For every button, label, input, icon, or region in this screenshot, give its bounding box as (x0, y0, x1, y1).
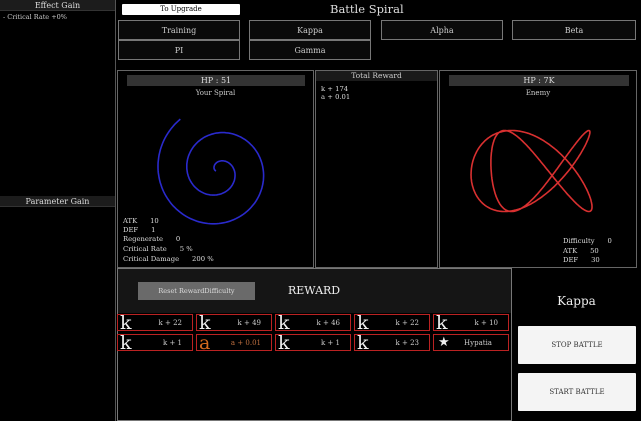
reward-card-label: a + 0.01 (230, 339, 261, 347)
page-title: Battle Spiral (330, 2, 404, 16)
reward-card-label: k + 1 (320, 339, 340, 347)
to-upgrade-button[interactable]: To Upgrade (122, 4, 240, 15)
reward-card-label: k + 46 (316, 319, 340, 327)
reward-card[interactable]: k k + 1 (275, 332, 351, 354)
a-icon: a (199, 332, 211, 354)
stop-battle-button[interactable]: STOP BATTLE (518, 326, 636, 364)
tab-beta[interactable]: Beta (512, 20, 636, 40)
effect-gain-line: - Critical Rate +0% (3, 13, 67, 21)
k-icon: k (278, 312, 290, 334)
player-stat-atk: ATK 10 (123, 217, 159, 225)
k-icon: k (357, 332, 369, 354)
k-icon: k (357, 312, 369, 334)
reward-card[interactable]: ★ Hypatia (433, 334, 509, 351)
total-reward-line: a + 0.01 (321, 93, 351, 101)
k-icon: k (278, 332, 290, 354)
reward-card-label: k + 23 (395, 339, 419, 347)
enemy-panel: HP : 7K Enemy Difficulty 0 ATK 50 DEF 30 (439, 70, 637, 268)
parameter-gain-title: Parameter Gain (0, 196, 115, 207)
reward-heading: REWARD (288, 284, 341, 297)
reward-card-label: k + 22 (395, 319, 419, 327)
player-stat-critical-damage: Critical Damage 200 % (123, 255, 214, 263)
effect-gain-title: Effect Gain (0, 0, 115, 11)
player-panel: HP : 51 Your Spiral ATK 10 DEF 1 Regener… (117, 70, 314, 268)
reward-card[interactable]: k k + 49 (196, 312, 272, 334)
current-opponent-label: Kappa (557, 294, 596, 308)
enemy-stat-difficulty: Difficulty 0 (563, 237, 612, 245)
k-icon: k (199, 312, 211, 334)
k-icon: k (436, 312, 448, 334)
start-battle-button[interactable]: START BATTLE (518, 373, 636, 411)
reward-card[interactable]: k k + 46 (275, 312, 351, 334)
tab-gamma[interactable]: Gamma (249, 40, 371, 60)
reward-card[interactable]: k k + 1 (117, 332, 193, 354)
tab-pi[interactable]: PI (118, 40, 240, 60)
tab-alpha[interactable]: Alpha (381, 20, 503, 40)
tab-training[interactable]: Training (118, 20, 240, 40)
reward-card-label: Hypatia (464, 339, 492, 347)
k-icon: k (120, 332, 132, 354)
reward-card[interactable]: k k + 23 (354, 332, 430, 354)
player-stat-def: DEF 1 (123, 226, 156, 234)
reset-reward-difficulty-button[interactable]: Reset RewardDifficulty (138, 282, 255, 300)
total-reward-title: Total Reward (316, 71, 437, 81)
k-icon: k (120, 312, 132, 334)
total-reward-panel: Total Reward k + 174 a + 0.01 (315, 70, 438, 268)
reward-card[interactable]: a a + 0.01 (196, 332, 272, 354)
tab-kappa[interactable]: Kappa (249, 20, 371, 40)
reward-card-label: k + 49 (237, 319, 261, 327)
reward-card-label: k + 22 (158, 319, 182, 327)
reward-card[interactable]: k k + 22 (117, 312, 193, 334)
player-stat-regenerate: Regenerate 0 (123, 235, 181, 243)
reward-card[interactable]: k k + 10 (433, 312, 509, 334)
left-panel: Effect Gain - Critical Rate +0% Paramete… (0, 0, 116, 421)
player-stat-critical-rate: Critical Rate 5 % (123, 245, 193, 253)
reward-card-label: k + 10 (474, 319, 498, 327)
reward-card-label: k + 1 (162, 339, 182, 347)
total-reward-line: k + 174 (321, 85, 349, 93)
enemy-stat-atk: ATK 50 (563, 247, 599, 255)
enemy-stat-def: DEF 30 (563, 256, 600, 264)
star-icon: ★ (438, 335, 450, 350)
reward-card[interactable]: k k + 22 (354, 312, 430, 334)
